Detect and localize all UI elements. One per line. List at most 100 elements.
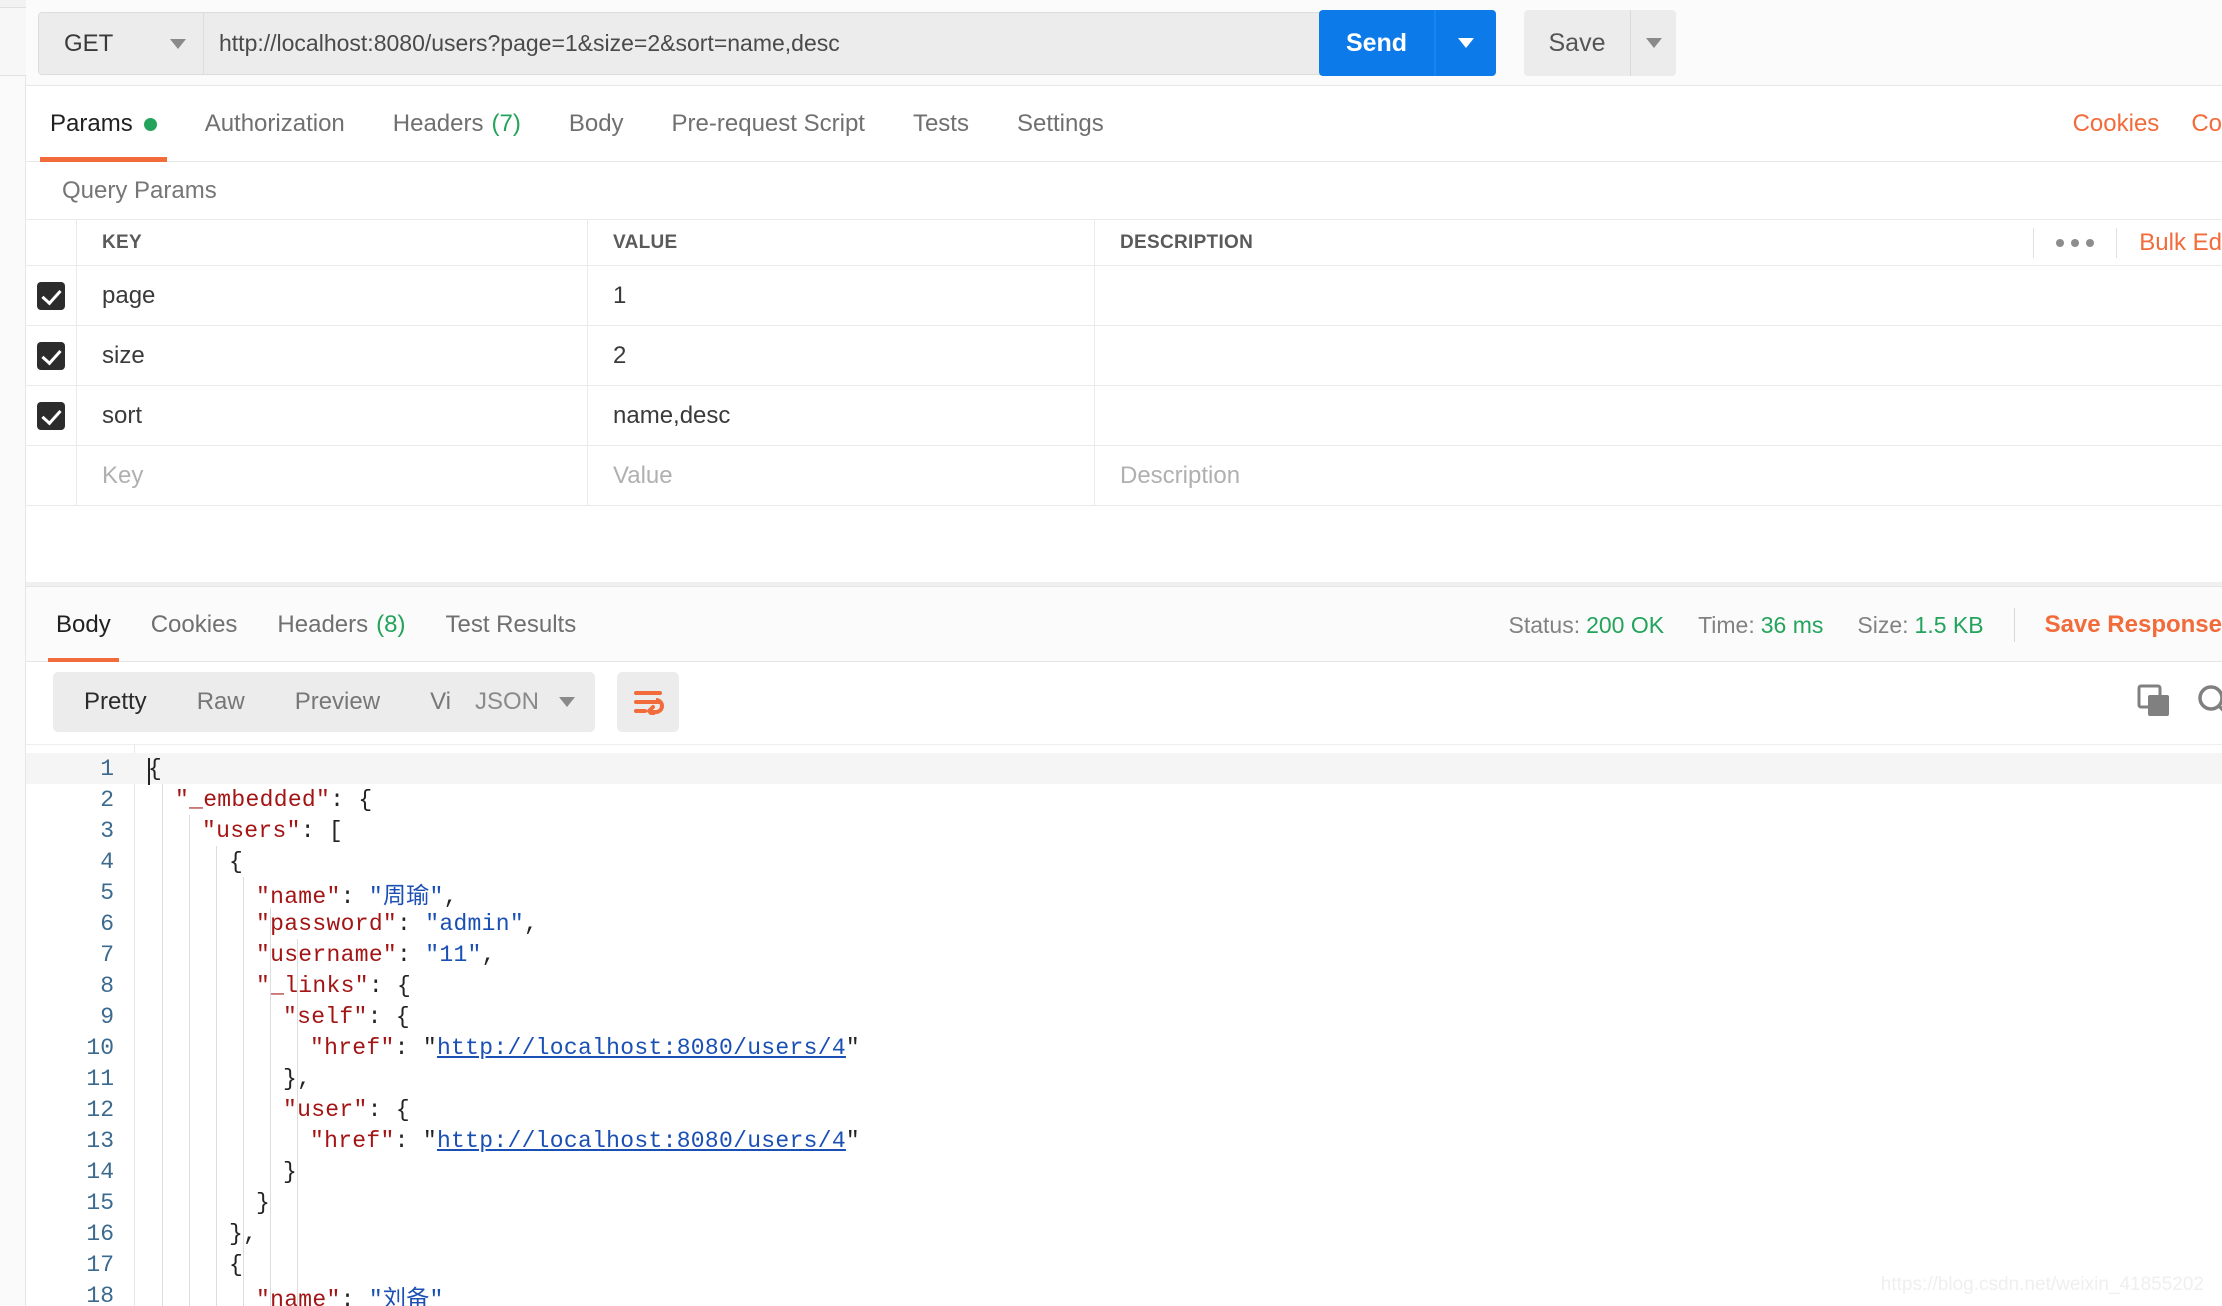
tab-authorization-label: Authorization xyxy=(204,110,345,137)
code-line: 8 "_links": { xyxy=(26,970,2222,1001)
code-line: 13 "href": "http://localhost:8080/users/4… xyxy=(26,1125,2222,1156)
empty-row-description-input[interactable]: Description xyxy=(1094,446,2222,505)
row-description-cell[interactable] xyxy=(1094,386,2222,445)
code-line-content: { xyxy=(134,755,2222,785)
view-mode-pretty[interactable]: Pretty xyxy=(59,672,172,732)
search-response-button[interactable] xyxy=(2196,684,2222,723)
table-row[interactable]: size 2 xyxy=(26,325,2222,386)
row-value-cell[interactable]: 2 xyxy=(587,326,1094,385)
tab-tests[interactable]: Tests xyxy=(889,86,993,162)
code-line-content: "href": "http://localhost:8080/users/4" xyxy=(134,1035,2222,1061)
chevron-down-icon xyxy=(559,697,575,707)
cookies-link[interactable]: Cookies xyxy=(2073,110,2160,138)
column-header-value: VALUE xyxy=(613,231,678,253)
query-params-section: Query Params xyxy=(26,162,2222,220)
view-mode-preview[interactable]: Preview xyxy=(270,672,405,732)
tab-pre-request-script-label: Pre-request Script xyxy=(671,110,865,137)
token-punct: } xyxy=(283,1158,298,1185)
row-description-cell[interactable] xyxy=(1094,326,2222,385)
row-value-cell[interactable]: 1 xyxy=(587,266,1094,325)
row-checkbox-sort[interactable] xyxy=(37,401,65,430)
tab-tests-label: Tests xyxy=(912,110,969,137)
row-value-value: 2 xyxy=(613,341,627,369)
response-tab-body[interactable]: Body xyxy=(36,587,131,663)
response-meta: Status: 200 OK Time: 36 ms Size: 1.5 KB Sav… xyxy=(1474,587,2222,663)
indent-guide xyxy=(216,846,217,1306)
status-value: 200 OK xyxy=(1586,611,1665,638)
code-link[interactable]: Co xyxy=(2191,110,2222,138)
http-method-select[interactable]: GET xyxy=(39,13,204,74)
column-header-description: DESCRIPTION xyxy=(1120,231,1254,253)
bulk-edit-link[interactable]: Bulk Ed xyxy=(2117,229,2222,257)
column-header-key: KEY xyxy=(102,231,142,253)
response-tab-headers[interactable]: Headers (8) xyxy=(257,587,425,663)
line-number: 5 xyxy=(100,879,114,906)
query-params-title: Query Params xyxy=(62,177,217,204)
line-number: 13 xyxy=(86,1127,114,1154)
tab-headers[interactable]: Headers (7) xyxy=(369,86,545,162)
save-options-button[interactable] xyxy=(1630,10,1676,76)
line-number: 7 xyxy=(100,941,114,968)
empty-row-value-input[interactable]: Value xyxy=(587,446,1094,505)
code-line-content: }, xyxy=(134,1221,2222,1247)
code-line-content: "username": "11", xyxy=(134,942,2222,968)
code-line: 3 "users": [ xyxy=(26,815,2222,846)
response-tab-cookies[interactable]: Cookies xyxy=(131,587,258,663)
response-tab-test-results[interactable]: Test Results xyxy=(425,587,596,663)
send-options-button[interactable] xyxy=(1434,10,1496,76)
code-line-content: }, xyxy=(134,1066,2222,1092)
token-punct: { xyxy=(229,848,244,875)
line-number: 14 xyxy=(86,1158,114,1185)
row-value-value: name,desc xyxy=(613,401,731,429)
request-tabs: Params Authorization Headers (7) Body Pr… xyxy=(26,86,2222,162)
token-str: "admin" xyxy=(425,910,524,937)
header-description-cell: DESCRIPTION Bulk Ed xyxy=(1094,220,2222,265)
code-line-content: "name": "周瑜", xyxy=(134,876,2222,910)
row-checkbox-page[interactable] xyxy=(37,281,65,310)
tab-authorization[interactable]: Authorization xyxy=(181,86,369,162)
token-punct: : xyxy=(340,1286,369,1306)
row-checkbox-size[interactable] xyxy=(37,341,65,370)
token-link[interactable]: http://localhost:8080/users/4 xyxy=(437,1035,846,1061)
code-line-content: "user": { xyxy=(134,1097,2222,1123)
copy-response-button[interactable] xyxy=(2137,684,2171,723)
tab-settings[interactable]: Settings xyxy=(993,86,1128,162)
table-row[interactable]: sort name,desc xyxy=(26,385,2222,446)
tab-body-label: Body xyxy=(568,110,624,137)
response-format-select[interactable]: JSON xyxy=(450,672,595,732)
wrap-lines-button[interactable] xyxy=(617,672,679,732)
empty-row-key-input[interactable]: Key xyxy=(76,446,587,505)
tab-body[interactable]: Body xyxy=(545,86,648,162)
ellipsis-icon[interactable] xyxy=(2033,227,2118,258)
code-line: 10 "href": "http://localhost:8080/users/4… xyxy=(26,1032,2222,1063)
token-punct: : xyxy=(397,910,426,937)
send-button[interactable]: Send xyxy=(1319,10,1434,76)
url-input[interactable]: http://localhost:8080/users?page=1&size=… xyxy=(204,13,1322,74)
line-number: 15 xyxy=(86,1189,114,1216)
empty-row-checkbox-cell xyxy=(26,446,76,505)
tab-params[interactable]: Params xyxy=(26,86,181,162)
row-key-cell[interactable]: page xyxy=(76,266,587,325)
token-punct: : [ xyxy=(300,817,344,844)
token-punct: : { xyxy=(367,1096,410,1123)
row-key-cell[interactable]: sort xyxy=(76,386,587,445)
sidebar-sliver xyxy=(0,0,26,1306)
token-punct: { xyxy=(148,755,163,782)
save-response-link[interactable]: Save Response xyxy=(2045,611,2222,639)
view-mode-raw[interactable]: Raw xyxy=(172,672,270,732)
tab-pre-request-script[interactable]: Pre-request Script xyxy=(648,86,889,162)
save-button[interactable]: Save xyxy=(1524,10,1630,76)
row-key-cell[interactable]: size xyxy=(76,326,587,385)
code-line: 16}, xyxy=(26,1218,2222,1249)
token-link[interactable]: http://localhost:8080/users/4 xyxy=(437,1128,846,1154)
table-row[interactable]: page 1 xyxy=(26,265,2222,326)
token-key: "href" xyxy=(310,1127,395,1154)
code-line-content: "self": { xyxy=(134,1004,2222,1030)
line-number: 10 xyxy=(86,1034,114,1061)
row-description-cell[interactable] xyxy=(1094,266,2222,325)
code-line: 5 "name": "周瑜", xyxy=(26,876,2222,910)
response-body-code-viewer[interactable]: 1{2 "_embedded": {3 "users": [4{5 "name": "… xyxy=(26,744,2222,1306)
line-number: 4 xyxy=(100,848,114,875)
row-value-cell[interactable]: name,desc xyxy=(587,386,1094,445)
table-empty-row[interactable]: Key Value Description xyxy=(26,445,2222,506)
